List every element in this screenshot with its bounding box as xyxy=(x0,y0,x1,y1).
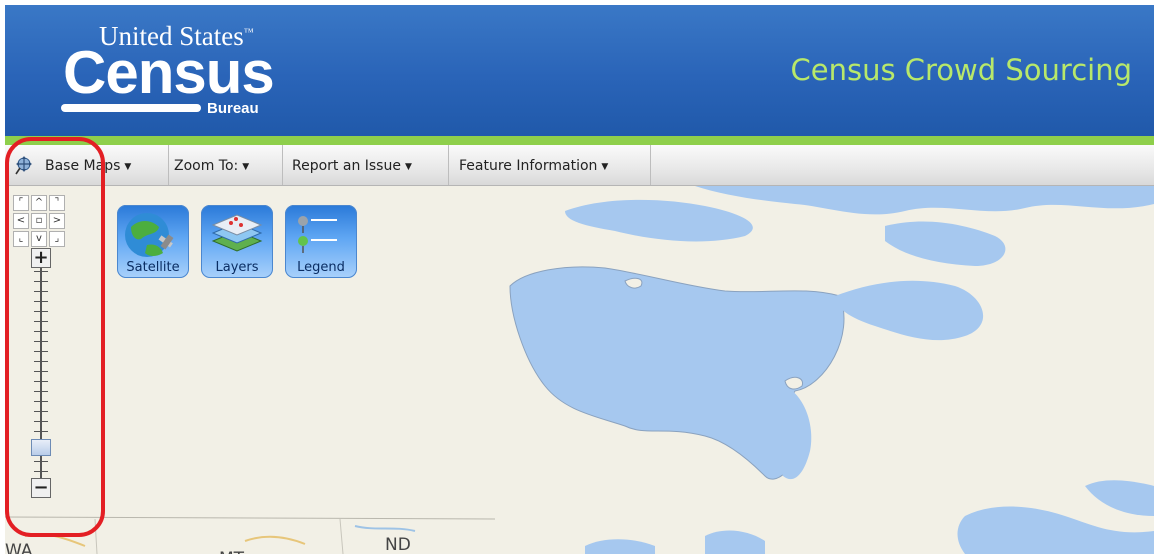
pan-up-left-button[interactable]: ⌜ xyxy=(13,195,29,211)
zoom-tick xyxy=(34,411,48,412)
chevron-down-icon: ▼ xyxy=(242,162,250,172)
chevron-down-icon: ▼ xyxy=(404,162,412,172)
zoom-tick xyxy=(34,361,48,362)
menu-feature-information[interactable]: Feature Information ▼ xyxy=(449,145,651,185)
layers-button[interactable]: Layers xyxy=(201,205,273,278)
header-accent-bar xyxy=(5,136,1154,145)
satellite-label: Satellite xyxy=(126,260,180,275)
header: United States™ Census Bureau Census Crow… xyxy=(5,5,1154,136)
zoom-tick xyxy=(34,321,48,322)
zoom-tick xyxy=(34,351,48,352)
satellite-button[interactable]: Satellite xyxy=(117,205,189,278)
satellite-icon xyxy=(125,213,174,257)
zoom-tick xyxy=(34,461,48,462)
zoom-tick xyxy=(34,381,48,382)
zoom-tick xyxy=(34,281,48,282)
zoom-tick xyxy=(34,311,48,312)
zoom-in-button[interactable]: + xyxy=(31,248,51,268)
logo-bureau-text: Bureau xyxy=(207,100,259,117)
pan-up-right-button[interactable]: ⌝ xyxy=(49,195,65,211)
chevron-down-icon: ▼ xyxy=(601,162,609,172)
census-logo[interactable]: United States™ Census Bureau xyxy=(57,17,287,127)
state-label-wa: WA xyxy=(5,541,33,554)
app-title: Census Crowd Sourcing xyxy=(790,53,1132,87)
pan-down-right-button[interactable]: ⌟ xyxy=(49,231,65,247)
zoom-slider-handle[interactable] xyxy=(31,439,51,456)
pan-down-button[interactable]: v xyxy=(31,231,47,247)
zoom-tick xyxy=(34,371,48,372)
pan-left-button[interactable]: < xyxy=(13,213,29,229)
zoom-tick xyxy=(34,301,48,302)
pan-right-button[interactable]: > xyxy=(49,213,65,229)
pan-icon xyxy=(15,156,32,175)
chevron-down-icon: ▼ xyxy=(124,162,132,172)
zoom-tick xyxy=(34,431,48,432)
menu-report-issue[interactable]: Report an Issue ▼ xyxy=(283,145,449,185)
menu-report-issue-label: Report an Issue xyxy=(292,158,401,174)
zoom-tick xyxy=(34,421,48,422)
map-toolbar: Base Maps ▼ Zoom To: ▼ Report an Issue ▼ Fe… xyxy=(5,145,1154,186)
zoom-tick xyxy=(34,401,48,402)
zoom-tick xyxy=(34,341,48,342)
zoom-tick xyxy=(34,471,48,472)
app-frame: United States™ Census Bureau Census Crow… xyxy=(5,5,1154,554)
zoom-tick xyxy=(34,291,48,292)
menu-base-maps[interactable]: Base Maps ▼ xyxy=(35,145,169,185)
legend-label: Legend xyxy=(297,260,345,275)
pan-down-left-button[interactable]: ⌞ xyxy=(13,231,29,247)
zoom-out-button[interactable]: − xyxy=(31,478,51,498)
logo-swoosh xyxy=(61,104,201,112)
menu-zoom-to[interactable]: Zoom To: ▼ xyxy=(169,145,283,185)
menu-feature-information-label: Feature Information xyxy=(459,158,598,174)
zoom-tick xyxy=(34,331,48,332)
pan-center-button[interactable]: ▫ xyxy=(31,213,47,229)
pan-up-button[interactable]: ^ xyxy=(31,195,47,211)
legend-icon xyxy=(298,216,337,253)
state-label-nd: ND xyxy=(385,535,411,554)
menu-zoom-to-label: Zoom To: xyxy=(174,158,239,174)
menu-base-maps-label: Base Maps xyxy=(45,158,121,174)
zoom-tick xyxy=(34,391,48,392)
zoom-tick xyxy=(34,271,48,272)
state-label-mt: MT xyxy=(219,549,244,554)
legend-button[interactable]: Legend xyxy=(285,205,357,278)
layers-icon xyxy=(211,214,263,252)
layers-label: Layers xyxy=(215,260,259,275)
